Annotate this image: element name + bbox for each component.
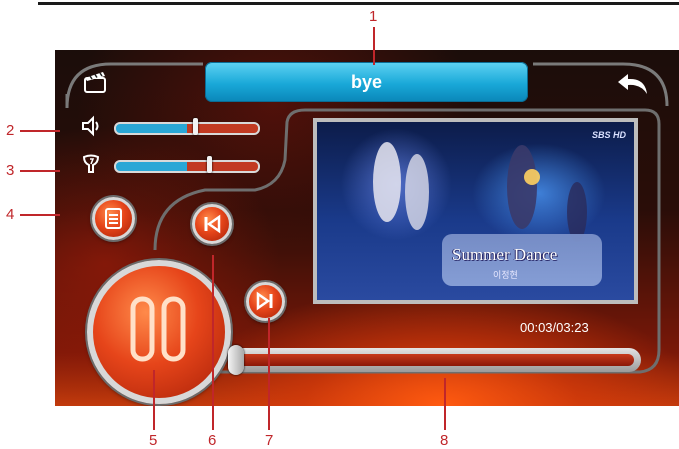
- callout-6: 6: [208, 432, 217, 449]
- callout-line-7: [268, 318, 270, 430]
- callout-5: 5: [149, 432, 158, 449]
- top-rule: [38, 2, 679, 5]
- video-caption-sub: 이정현: [493, 270, 518, 280]
- video-caption: Summer Dance: [452, 245, 558, 264]
- elapsed-time: 00:03/03:23: [520, 320, 589, 335]
- track-title: bye: [205, 62, 528, 102]
- progress-bar[interactable]: [228, 345, 641, 375]
- next-icon: [256, 291, 273, 311]
- previous-button[interactable]: [192, 204, 232, 244]
- volume-slider-knob[interactable]: [193, 118, 198, 135]
- callout-line-1: [373, 27, 375, 65]
- speaker-icon: [80, 115, 102, 142]
- callout-8: 8: [440, 432, 449, 449]
- callout-1: 1: [369, 8, 378, 25]
- video-preview[interactable]: SBS HD Summer Dance 이정현: [313, 118, 638, 304]
- pause-button[interactable]: [87, 260, 231, 404]
- previous-icon: [204, 214, 221, 234]
- callout-3: 3: [6, 162, 15, 179]
- player-screen: bye SBS HD Summer Dance 이정현 00:03/03:23: [55, 50, 679, 406]
- callout-line-8: [444, 378, 446, 430]
- callout-7: 7: [265, 432, 274, 449]
- playlist-icon: [105, 208, 122, 229]
- callout-line-6: [212, 255, 214, 430]
- callout-4: 4: [6, 206, 15, 223]
- callout-line-2: [20, 130, 60, 132]
- callout-line-3: [20, 170, 60, 172]
- next-button[interactable]: [246, 282, 285, 321]
- pause-icon: [130, 296, 186, 362]
- callout-line-5: [153, 370, 155, 430]
- progress-knob[interactable]: [228, 345, 244, 375]
- clapperboard-icon[interactable]: [83, 70, 107, 99]
- callout-2: 2: [6, 122, 15, 139]
- tone-icon: [80, 153, 102, 180]
- back-arrow-icon[interactable]: [615, 70, 651, 101]
- tone-slider-knob[interactable]: [207, 156, 212, 173]
- callout-line-4: [20, 214, 60, 216]
- volume-slider[interactable]: [114, 118, 260, 135]
- playlist-button[interactable]: [92, 197, 135, 240]
- progress-fill: [237, 354, 634, 366]
- tone-slider[interactable]: [114, 156, 260, 173]
